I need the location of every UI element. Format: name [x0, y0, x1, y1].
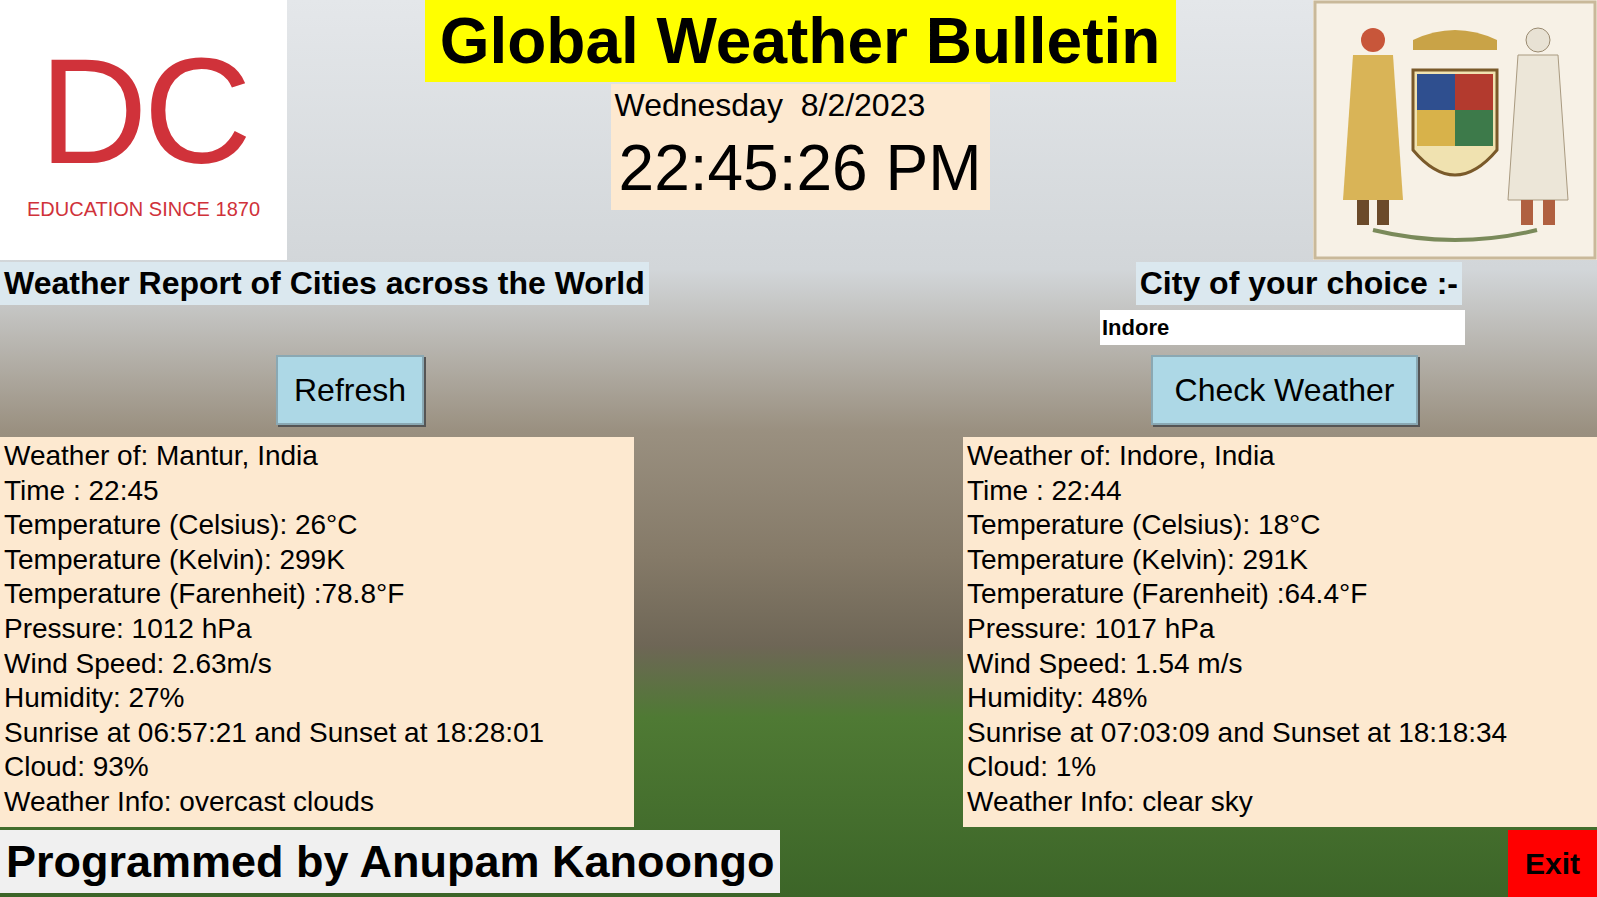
header-row: DC EDUCATION SINCE 1870 Global Weather Bul… [0, 0, 1597, 262]
main-row: Weather Report of Cities across the Worl… [0, 262, 1597, 827]
report-line: Temperature (Farenheit) :64.4°F [963, 577, 1597, 612]
check-weather-button[interactable]: Check Weather [1151, 355, 1418, 425]
app-title: Global Weather Bulletin [425, 0, 1176, 82]
report-line: Temperature (Farenheit) :78.8°F [0, 577, 634, 612]
city-input[interactable] [1100, 310, 1465, 345]
report-line: Cloud: 1% [963, 750, 1597, 785]
report-line: Temperature (Kelvin): 299K [0, 543, 634, 578]
report-line: Temperature (Celsius): 18°C [963, 508, 1597, 543]
report-line: Humidity: 48% [963, 681, 1597, 716]
report-line: Humidity: 27% [0, 681, 634, 716]
choice-column: City of your choice :- Check Weather Weath… [963, 262, 1597, 827]
world-label: Weather Report of Cities across the Worl… [0, 262, 649, 305]
time-label: 22:45:26 PM [611, 127, 990, 210]
choice-label: City of your choice :- [1136, 262, 1462, 305]
report-line: Cloud: 93% [0, 750, 634, 785]
report-line: Wind Speed: 1.54 m/s [963, 647, 1597, 682]
report-line: Time : 22:45 [0, 474, 634, 509]
report-line: Weather of: Indore, India [963, 439, 1597, 474]
refresh-button[interactable]: Refresh [276, 355, 424, 425]
city-report-panel: Weather of: Indore, IndiaTime : 22:44Tem… [963, 437, 1597, 827]
world-report-panel: Weather of: Mantur, IndiaTime : 22:45Tem… [0, 437, 634, 827]
report-line: Weather Info: clear sky [963, 785, 1597, 820]
report-line: Pressure: 1012 hPa [0, 612, 634, 647]
report-line: Temperature (Kelvin): 291K [963, 543, 1597, 578]
world-column: Weather Report of Cities across the Worl… [0, 262, 700, 827]
logo-letters: DC [39, 36, 248, 186]
dc-logo: DC EDUCATION SINCE 1870 [0, 0, 287, 260]
report-line: Sunrise at 06:57:21 and Sunset at 18:28:… [0, 716, 634, 751]
footer-row: Programmed by Anupam Kanoongo Exit [0, 830, 1597, 897]
report-line: Weather Info: overcast clouds [0, 785, 634, 820]
footer-credit: Programmed by Anupam Kanoongo [0, 830, 780, 893]
report-line: Time : 22:44 [963, 474, 1597, 509]
exit-button[interactable]: Exit [1508, 830, 1597, 897]
report-line: Weather of: Mantur, India [0, 439, 634, 474]
emblem-icon [1313, 0, 1597, 260]
app-window: DC EDUCATION SINCE 1870 Global Weather Bul… [0, 0, 1597, 897]
report-line: Wind Speed: 2.63m/s [0, 647, 634, 682]
report-line: Temperature (Celsius): 26°C [0, 508, 634, 543]
date-label: Wednesday 8/2/2023 [611, 84, 990, 127]
report-line: Sunrise at 07:03:09 and Sunset at 18:18:… [963, 716, 1597, 751]
emblem [1313, 0, 1597, 260]
report-line: Pressure: 1017 hPa [963, 612, 1597, 647]
logo-tagline: EDUCATION SINCE 1870 [27, 194, 260, 224]
header-center: Global Weather BulletinWednesday 8/2/202… [425, 0, 1176, 210]
